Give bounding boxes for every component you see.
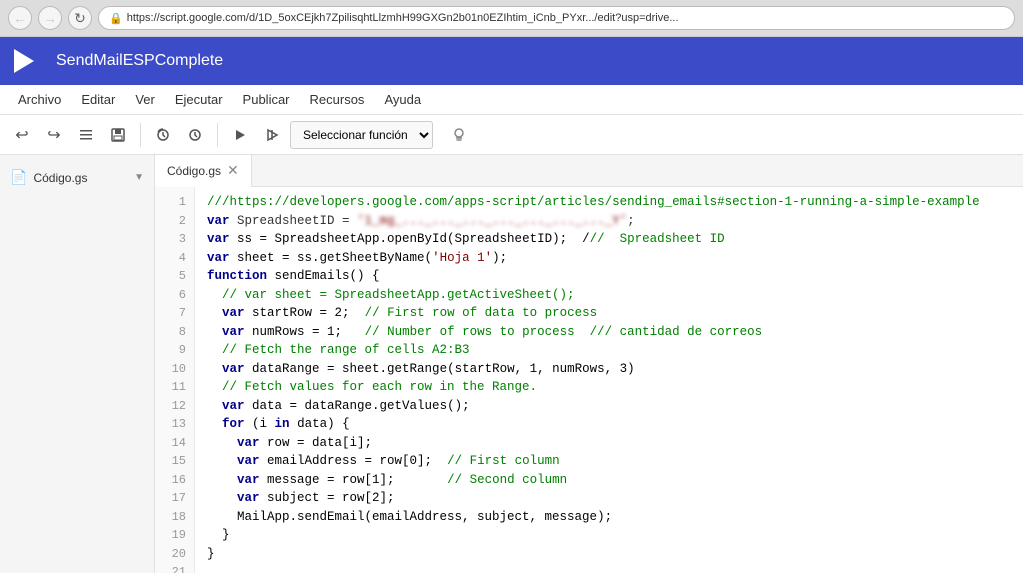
sidebar-item-label: Código.gs [33,171,128,185]
undo-button[interactable]: ↩ [8,121,36,149]
tab-close-button[interactable]: ✕ [227,162,239,179]
lock-icon: 🔒 [109,12,123,25]
menu-ejecutar[interactable]: Ejecutar [165,88,233,111]
line-number: 14 [155,434,194,453]
line-number: 16 [155,471,194,490]
line-number: 18 [155,508,194,527]
app-header: SendMailESPComplete [0,37,1023,85]
code-line: // Fetch the range of cells A2:B3 [207,341,1023,360]
code-line: var emailAddress = row[0]; // First colu… [207,452,1023,471]
line-number: 8 [155,323,194,342]
back-button[interactable]: ← [8,6,32,30]
chevron-down-icon: ▼ [134,172,144,183]
toolbar-divider-2 [217,123,218,147]
url-text: https://script.google.com/d/1D_5oxCEjkh7… [127,12,679,24]
code-line: } [207,526,1023,545]
code-line: // var sheet = SpreadsheetApp.getActiveS… [207,286,1023,305]
code-line: var startRow = 2; // First row of data t… [207,304,1023,323]
tab-codigo[interactable]: Código.gs ✕ [155,155,252,187]
app-logo [0,37,48,85]
menu-publicar[interactable]: Publicar [233,88,300,111]
line-number: 4 [155,249,194,268]
history-button-2[interactable] [181,121,209,149]
logo-arrow-icon [14,49,34,73]
reload-button[interactable]: ↻ [68,6,92,30]
code-line: var sheet = ss.getSheetByName('Hoja 1'); [207,249,1023,268]
line-number: 2 [155,212,194,231]
code-line: var numRows = 1; // Number of rows to pr… [207,323,1023,342]
function-selector[interactable]: Seleccionar función [290,121,433,149]
line-number: 3 [155,230,194,249]
history-button-1[interactable] [149,121,177,149]
tab-label: Código.gs [167,164,221,178]
code-line: var row = data[i]; [207,434,1023,453]
line-number: 12 [155,397,194,416]
line-number: 17 [155,489,194,508]
bulb-button[interactable] [445,121,473,149]
code-line: var ss = SpreadsheetApp.openById(Spreads… [207,230,1023,249]
debug-button[interactable] [258,121,286,149]
main-layout: 📄 Código.gs ▼ Código.gs ✕ 12345678910111… [0,155,1023,573]
browser-chrome: ← → ↻ 🔒 https://script.google.com/d/1D_5… [0,0,1023,37]
line-number: 7 [155,304,194,323]
code-line: var dataRange = sheet.getRange(startRow,… [207,360,1023,379]
code-line: } [207,545,1023,564]
menubar: Archivo Editar Ver Ejecutar Publicar Rec… [0,85,1023,115]
line-number: 5 [155,267,194,286]
menu-ver[interactable]: Ver [125,88,165,111]
toolbar: ↩ ↪ Seleccionar función [0,115,1023,155]
code-content[interactable]: ///https://developers.google.com/apps-sc… [195,187,1023,573]
code-editor[interactable]: 1234567891011121314151617181920212223242… [155,187,1023,573]
line-number: 1 [155,193,194,212]
line-numbers: 1234567891011121314151617181920212223242… [155,187,195,573]
browser-nav: ← → ↻ 🔒 https://script.google.com/d/1D_5… [0,0,1023,36]
line-number: 10 [155,360,194,379]
code-line: var subject = row[2]; [207,489,1023,508]
address-bar[interactable]: 🔒 https://script.google.com/d/1D_5oxCEjk… [98,6,1015,30]
line-number: 11 [155,378,194,397]
forward-button[interactable]: → [38,6,62,30]
line-number: 20 [155,545,194,564]
file-icon: 📄 [10,169,27,186]
line-number: 9 [155,341,194,360]
menu-recursos[interactable]: Recursos [300,88,375,111]
code-line: var message = row[1]; // Second column [207,471,1023,490]
code-line: MailApp.sendEmail(emailAddress, subject,… [207,508,1023,527]
code-line: var data = dataRange.getValues(); [207,397,1023,416]
app-title: SendMailESPComplete [56,52,223,70]
sidebar-item-codigo[interactable]: 📄 Código.gs ▼ [0,163,154,192]
menu-editar[interactable]: Editar [71,88,125,111]
menu-ayuda[interactable]: Ayuda [374,88,431,111]
line-number: 19 [155,526,194,545]
run-button[interactable] [226,121,254,149]
line-number: 6 [155,286,194,305]
line-number: 15 [155,452,194,471]
tab-bar: Código.gs ✕ [155,155,1023,187]
editor-area: Código.gs ✕ 1234567891011121314151617181… [155,155,1023,573]
code-line: function sendEmails() { [207,267,1023,286]
code-line: var SpreadsheetID = '1_mg_..._..._..._..… [207,212,1023,231]
code-line: for (i in data) { [207,415,1023,434]
sidebar: 📄 Código.gs ▼ [0,155,155,573]
code-line: ///https://developers.google.com/apps-sc… [207,193,1023,212]
save-button[interactable] [104,121,132,149]
menu-archivo[interactable]: Archivo [8,88,71,111]
code-line: // Fetch values for each row in the Rang… [207,378,1023,397]
line-number: 13 [155,415,194,434]
toolbar-divider-1 [140,123,141,147]
indent-button[interactable] [72,121,100,149]
redo-button[interactable]: ↪ [40,121,68,149]
